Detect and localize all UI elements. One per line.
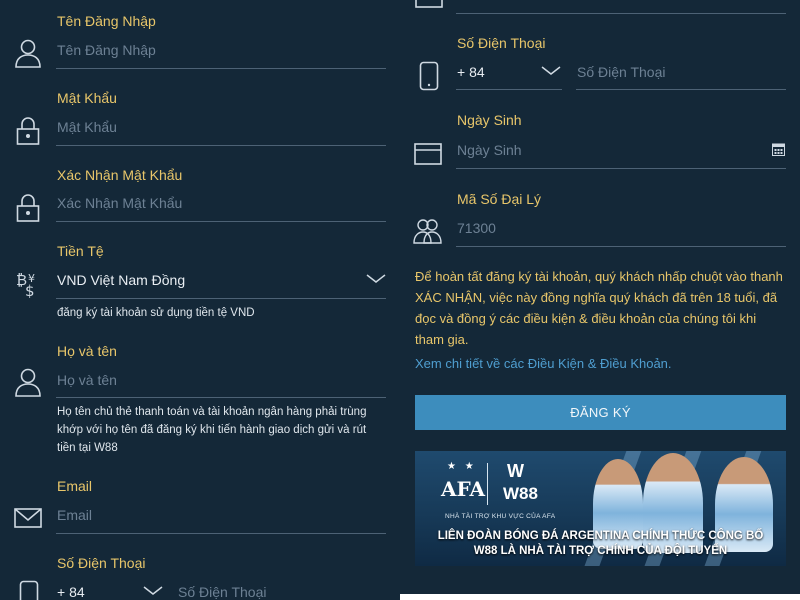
page-bottom-strip: [400, 594, 800, 600]
password-input[interactable]: Mật Khẩu: [57, 119, 117, 135]
registration-form-right: Số Điện Thoại + 84 Số Điện Thoại Ngày Si…: [400, 0, 800, 600]
user-icon: [14, 367, 42, 397]
phone-underline: [576, 89, 786, 90]
chevron-down-icon[interactable]: [366, 274, 386, 284]
w88-logo: W88: [503, 484, 538, 503]
svg-text:$: $: [25, 282, 35, 298]
email-label: Email: [57, 478, 93, 494]
agent-code-label: Mã Số Đại Lý: [457, 191, 542, 207]
currency-select[interactable]: VND Việt Nam Đồng: [57, 272, 185, 288]
phone-label: Số Điện Thoại: [457, 35, 546, 51]
mobile-phone-icon: [419, 61, 439, 91]
currency-help-text: đăng ký tài khoản sử dụng tiền tệ VND: [57, 307, 255, 319]
birthday-underline: [456, 168, 786, 169]
fullname-help-text: Họ tên chủ thẻ thanh toán và tài khoản n…: [57, 406, 367, 454]
envelope-icon: [14, 508, 42, 528]
confirm-password-underline: [56, 221, 386, 222]
phone-input[interactable]: Số Điện Thoại: [178, 584, 266, 600]
afa-logo: AFA: [441, 477, 486, 501]
calendar-picker-icon[interactable]: [772, 142, 785, 156]
mobile-phone-icon: [19, 580, 39, 600]
currency-exchange-icon: ₿ ¥ $: [16, 270, 42, 298]
birthday-input[interactable]: Ngày Sinh: [457, 142, 522, 158]
w88-mark-logo: W: [507, 461, 524, 481]
currency-label: Tiền Tệ: [57, 243, 104, 259]
user-icon: [14, 38, 42, 68]
country-code-select[interactable]: + 84: [457, 64, 485, 80]
fullname-underline: [56, 397, 386, 398]
terms-text: Để hoàn tất đăng ký tài khoản, quý khách…: [415, 269, 783, 347]
calendar-icon: [414, 141, 442, 165]
username-label: Tên Đăng Nhập: [57, 13, 156, 29]
sponsor-text: NHÀ TÀI TRỢ KHU VỰC CỦA AFA: [445, 513, 556, 520]
password-underline: [56, 145, 386, 146]
agent-code-input[interactable]: 71300: [457, 220, 496, 236]
country-code-select[interactable]: + 84: [57, 584, 85, 600]
previous-field-underline: [456, 13, 786, 14]
phone-input[interactable]: Số Điện Thoại: [577, 64, 665, 80]
fullname-input[interactable]: Họ và tên: [57, 372, 117, 388]
password-label: Mật Khẩu: [57, 90, 117, 106]
sponsor-banner[interactable]: ★ ★ AFA W W88 NHÀ TÀI TRỢ KHU VỰC CỦA AF…: [415, 451, 786, 566]
email-input[interactable]: Email: [57, 507, 92, 523]
afa-stars: ★ ★: [447, 461, 477, 472]
chevron-down-icon[interactable]: [143, 586, 163, 596]
email-underline: [56, 533, 386, 534]
username-underline: [56, 68, 386, 69]
banner-headline-1: LIÊN ĐOÀN BÓNG ĐÁ ARGENTINA CHÍNH THỨC C…: [437, 530, 764, 542]
banner-headline-2: W88 LÀ NHÀ TÀI TRỢ CHÍNH CỦA ĐỘI TUYỂN: [473, 545, 728, 557]
currency-underline: [56, 298, 386, 299]
lock-icon: [16, 116, 40, 146]
fullname-label: Họ và tên: [57, 343, 117, 359]
agent-code-underline: [456, 246, 786, 247]
logo-divider: [487, 463, 488, 505]
registration-form-left: Tên Đăng Nhập Tên Đăng Nhập Mật Khẩu Mật…: [0, 0, 400, 600]
country-code-underline: [456, 89, 562, 90]
lock-icon: [16, 193, 40, 223]
users-icon: [413, 218, 443, 244]
username-input[interactable]: Tên Đăng Nhập: [57, 42, 156, 58]
envelope-icon: [415, 0, 443, 8]
confirm-password-label: Xác Nhận Mật Khẩu: [57, 167, 183, 183]
chevron-down-icon[interactable]: [541, 66, 561, 76]
terms-link[interactable]: Xem chi tiết về các Điều Kiện & Điều Kho…: [415, 356, 672, 371]
birthday-label: Ngày Sinh: [457, 112, 522, 128]
confirm-password-input[interactable]: Xác Nhận Mật Khẩu: [57, 195, 182, 211]
register-button[interactable]: ĐĂNG KÝ: [415, 395, 786, 430]
phone-label: Số Điện Thoại: [57, 555, 146, 571]
